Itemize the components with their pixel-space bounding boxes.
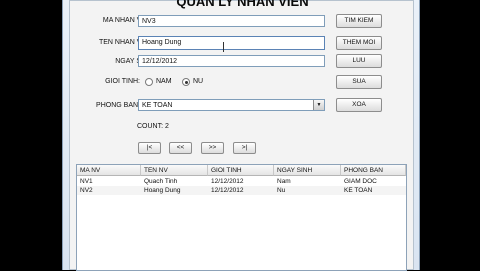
phong-ban-label: PHONG BAN: — [96, 102, 140, 109]
radio-nu[interactable] — [182, 78, 190, 86]
table-row[interactable]: NV1 Quach Tinh 12/12/2012 Nam GIAM DOC — [77, 177, 406, 186]
radio-nam-label: NAM — [156, 78, 172, 85]
chevron-down-icon[interactable]: ▼ — [313, 100, 324, 110]
text-cursor-icon — [223, 42, 224, 52]
ma-nv-field[interactable]: NV3 — [138, 15, 325, 27]
them-moi-button[interactable]: THEM MOI — [336, 36, 382, 50]
column-header[interactable]: PHONG BAN — [341, 165, 406, 176]
first-record-button[interactable]: |< — [138, 142, 161, 154]
luu-button[interactable]: LUU — [336, 54, 382, 68]
table-cell: 12/12/2012 — [211, 187, 244, 194]
table-cell: Nu — [277, 187, 286, 194]
table-row[interactable]: NV2 Hoang Dung 12/12/2012 Nu KE TOAN — [77, 186, 406, 195]
table-cell: Hoang Dung — [144, 187, 181, 194]
column-header[interactable]: TEN NV — [141, 165, 208, 176]
count-label: COUNT: 2 — [137, 123, 169, 130]
table-cell: KE TOAN — [344, 187, 373, 194]
table-cell: GIAM DOC — [344, 178, 377, 185]
table-cell: 12/12/2012 — [211, 178, 244, 185]
table-cell: Quach Tinh — [144, 178, 178, 185]
ten-nv-field[interactable]: Hoang Dung — [138, 36, 325, 50]
page-title: QUAN LY NHAN VIEN — [176, 0, 309, 9]
last-record-button[interactable]: >| — [233, 142, 256, 154]
tim-kiem-button[interactable]: TIM KIEM — [336, 14, 382, 28]
prev-record-button[interactable]: << — [169, 142, 192, 154]
column-header[interactable]: MA NV — [77, 165, 141, 176]
phong-ban-selected: KE TOAN — [142, 102, 173, 109]
radio-nam[interactable] — [145, 78, 153, 86]
column-header[interactable]: GIOI TINH — [208, 165, 274, 176]
gioi-tinh-label: GIOI TINH: — [105, 78, 140, 85]
table-cell: Nam — [277, 178, 291, 185]
sua-button[interactable]: SUA — [336, 75, 382, 89]
column-header[interactable]: NGAY SINH — [274, 165, 341, 176]
form-panel: QUAN LY NHAN VIEN MA NHAN VIEN: NV3 TIM … — [69, 0, 414, 271]
table-cell: NV1 — [80, 178, 93, 185]
table-cell: NV2 — [80, 187, 93, 194]
next-record-button[interactable]: >> — [201, 142, 224, 154]
radio-nu-label: NU — [193, 78, 204, 85]
ngay-sinh-field[interactable]: 12/12/2012 — [138, 55, 325, 67]
employee-table: MA NV TEN NV GIOI TINH NGAY SINH PHONG B… — [76, 164, 407, 271]
xoa-button[interactable]: XOA — [336, 98, 382, 112]
phong-ban-select[interactable]: KE TOAN ▼ — [138, 99, 325, 111]
